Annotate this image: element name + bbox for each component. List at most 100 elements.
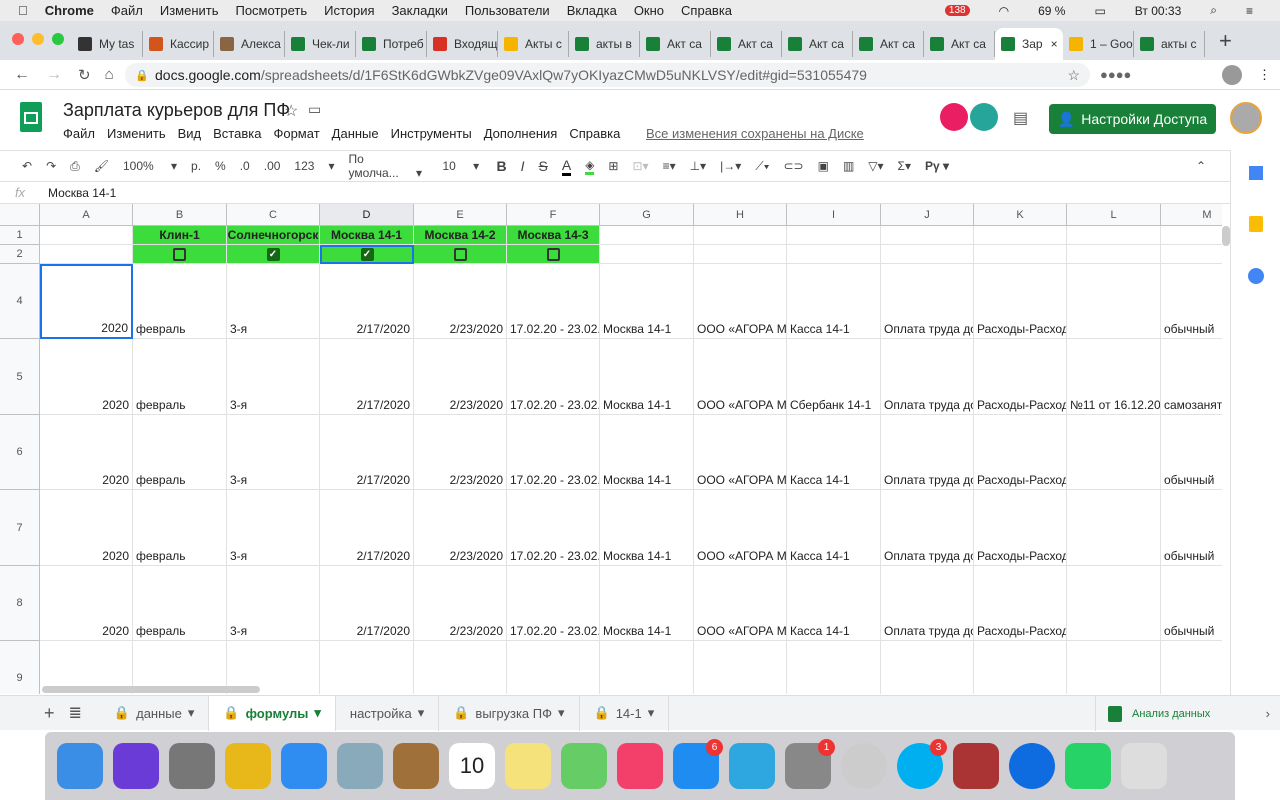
cell-H8[interactable]: ООО «АГОРА М» <box>694 566 787 641</box>
back-icon[interactable]: ← <box>14 66 30 84</box>
side-panel-toggle[interactable]: › <box>1266 706 1270 721</box>
cell-B2[interactable] <box>133 245 227 264</box>
cell-D9[interactable] <box>320 641 414 694</box>
cell-L6[interactable] <box>1067 415 1161 490</box>
cell-E1[interactable]: Москва 14-2 <box>414 226 507 245</box>
account-avatar[interactable] <box>1230 102 1262 134</box>
dock-whatsapp-icon[interactable] <box>1065 743 1111 789</box>
dock-safari-icon[interactable] <box>281 743 327 789</box>
cell-L1[interactable] <box>1067 226 1161 245</box>
browser-tab[interactable]: Акт са <box>640 31 711 57</box>
cell-I9[interactable] <box>787 641 881 694</box>
sheet-menu-chevron-icon[interactable]: ▾ <box>558 705 565 721</box>
sheet-menu-chevron-icon[interactable]: ▾ <box>188 705 195 721</box>
browser-tab[interactable]: 1 – Goo <box>1063 31 1134 57</box>
cell-D1[interactable]: Москва 14-1 <box>320 226 414 245</box>
browser-tab[interactable]: Акт са <box>853 31 924 57</box>
column-header-K[interactable]: K <box>974 204 1067 226</box>
sheet-tab[interactable]: 🔒 выгрузка ПФ ▾ <box>439 695 580 731</box>
cell-K2[interactable] <box>974 245 1067 264</box>
cell-E8[interactable]: 2/23/2020 <box>414 566 507 641</box>
cell-M5[interactable]: самозанят <box>1161 339 1222 415</box>
cell-A8[interactable]: 2020 <box>40 566 133 641</box>
cell-J7[interactable]: Оплата труда до <box>881 490 974 566</box>
insert-chart-icon[interactable]: ▥ <box>843 159 854 173</box>
cell-F4[interactable]: 17.02.20 - 23.02.2 <box>507 264 600 339</box>
cell-C1[interactable]: Солнечногорск <box>227 226 320 245</box>
cell-H5[interactable]: ООО «АГОРА М» <box>694 339 787 415</box>
notification-badge[interactable]: 138 <box>944 5 970 16</box>
docs-menu-item[interactable]: Данные <box>332 126 379 141</box>
browser-tab[interactable]: Зар × <box>995 28 1063 60</box>
cell-E4[interactable]: 2/23/2020 <box>414 264 507 339</box>
checkbox-unchecked[interactable] <box>453 247 467 261</box>
cell-A1[interactable] <box>40 226 133 245</box>
cell-K7[interactable]: Расходы-Расходы-Оплата труда-С <box>974 490 1067 566</box>
cell-L8[interactable] <box>1067 566 1161 641</box>
docs-menu-item[interactable]: Дополнения <box>484 126 558 141</box>
cell-F1[interactable]: Москва 14-3 <box>507 226 600 245</box>
cell-F9[interactable] <box>507 641 600 694</box>
menubar-item[interactable]: Пользователи <box>465 3 550 18</box>
hidden-rows-arrow-icon[interactable] <box>2 266 12 272</box>
filter-icon[interactable]: ▽▾ <box>868 159 883 173</box>
cell-F2[interactable] <box>507 245 600 264</box>
apple-icon[interactable]:  <box>18 3 28 18</box>
cell-K6[interactable]: Расходы-Расходы-Оплата труда-С <box>974 415 1067 490</box>
tasks-icon[interactable] <box>1248 268 1264 284</box>
cell-L2[interactable] <box>1067 245 1161 264</box>
cell-H4[interactable]: ООО «АГОРА М» <box>694 264 787 339</box>
dock-chess-icon[interactable] <box>841 743 887 789</box>
star-icon[interactable]: ☆ <box>284 101 298 121</box>
row-header[interactable]: 7 <box>0 490 40 566</box>
paint-format-icon[interactable]: 🖌 <box>94 159 109 173</box>
cell-C6[interactable]: 3-я <box>227 415 320 490</box>
spreadsheet-grid[interactable]: A B C D E F G H I J K L M 1 2 4 5 6 7 8 9 Клин-1 Солнечногорск… <box>0 204 1222 694</box>
vertical-align-icon[interactable]: ⊥▾ <box>690 159 706 173</box>
vertical-scrollbar[interactable] <box>1222 226 1230 246</box>
document-title[interactable]: Зарплата курьеров для ПФ <box>63 100 290 121</box>
docs-menu-item[interactable]: Вставка <box>213 126 261 141</box>
cell-B1[interactable]: Клин-1 <box>133 226 227 245</box>
extension-icons[interactable]: ●●●● <box>1100 67 1131 82</box>
menubar-item[interactable]: Справка <box>681 3 732 18</box>
home-icon[interactable]: ⌂ <box>105 66 114 83</box>
menubar-item[interactable]: Закладки <box>392 3 448 18</box>
font-size-select[interactable]: 10 ▾ <box>442 159 482 173</box>
sheet-tab[interactable]: настройка ▾ <box>336 695 440 731</box>
undo-icon[interactable]: ↶ <box>22 159 32 173</box>
cell-M6[interactable]: обычный <box>1161 415 1222 490</box>
cell-K9[interactable] <box>974 641 1067 694</box>
browser-tab[interactable]: Акт са <box>711 31 782 57</box>
cell-D8[interactable]: 2/17/2020 <box>320 566 414 641</box>
bold-icon[interactable]: B <box>496 158 506 174</box>
menubar-item[interactable]: Файл <box>111 3 143 18</box>
browser-tab[interactable]: Акты с <box>498 31 569 57</box>
cell-J6[interactable]: Оплата труда до <box>881 415 974 490</box>
cell-J9[interactable] <box>881 641 974 694</box>
column-header-H[interactable]: H <box>694 204 787 226</box>
browser-tab[interactable]: Акт са <box>924 31 995 57</box>
browser-tab[interactable]: акты с <box>1134 31 1205 57</box>
wifi-icon[interactable]: ◠ <box>999 4 1009 18</box>
docs-menu-item[interactable]: Вид <box>178 126 202 141</box>
checkbox-unchecked[interactable] <box>173 247 186 261</box>
row-header[interactable]: 6 <box>0 415 40 490</box>
checkbox-checked[interactable]: ✓ <box>266 247 280 261</box>
cell-G6[interactable]: Москва 14-1 <box>600 415 694 490</box>
column-header-D[interactable]: D <box>320 204 414 226</box>
input-tools-icon[interactable]: Pγ ▾ <box>925 159 949 173</box>
menubar-item[interactable]: Вкладка <box>567 3 617 18</box>
browser-tab[interactable]: Входящ <box>427 31 498 57</box>
cell-G5[interactable]: Москва 14-1 <box>600 339 694 415</box>
browser-tab[interactable]: Алекса <box>214 31 285 57</box>
dock-launchpad-icon[interactable] <box>169 743 215 789</box>
fill-color-icon[interactable]: ◈ <box>585 158 595 175</box>
dock-finder-icon[interactable] <box>57 743 103 789</box>
row-header[interactable]: 4 <box>0 264 40 339</box>
functions-icon[interactable]: Σ▾ <box>898 159 911 173</box>
cell-E7[interactable]: 2/23/2020 <box>414 490 507 566</box>
bookmark-star-icon[interactable]: ☆ <box>1067 67 1080 84</box>
collaborator-avatars[interactable] <box>940 103 998 131</box>
cell-D2[interactable]: ✓ <box>320 245 414 264</box>
